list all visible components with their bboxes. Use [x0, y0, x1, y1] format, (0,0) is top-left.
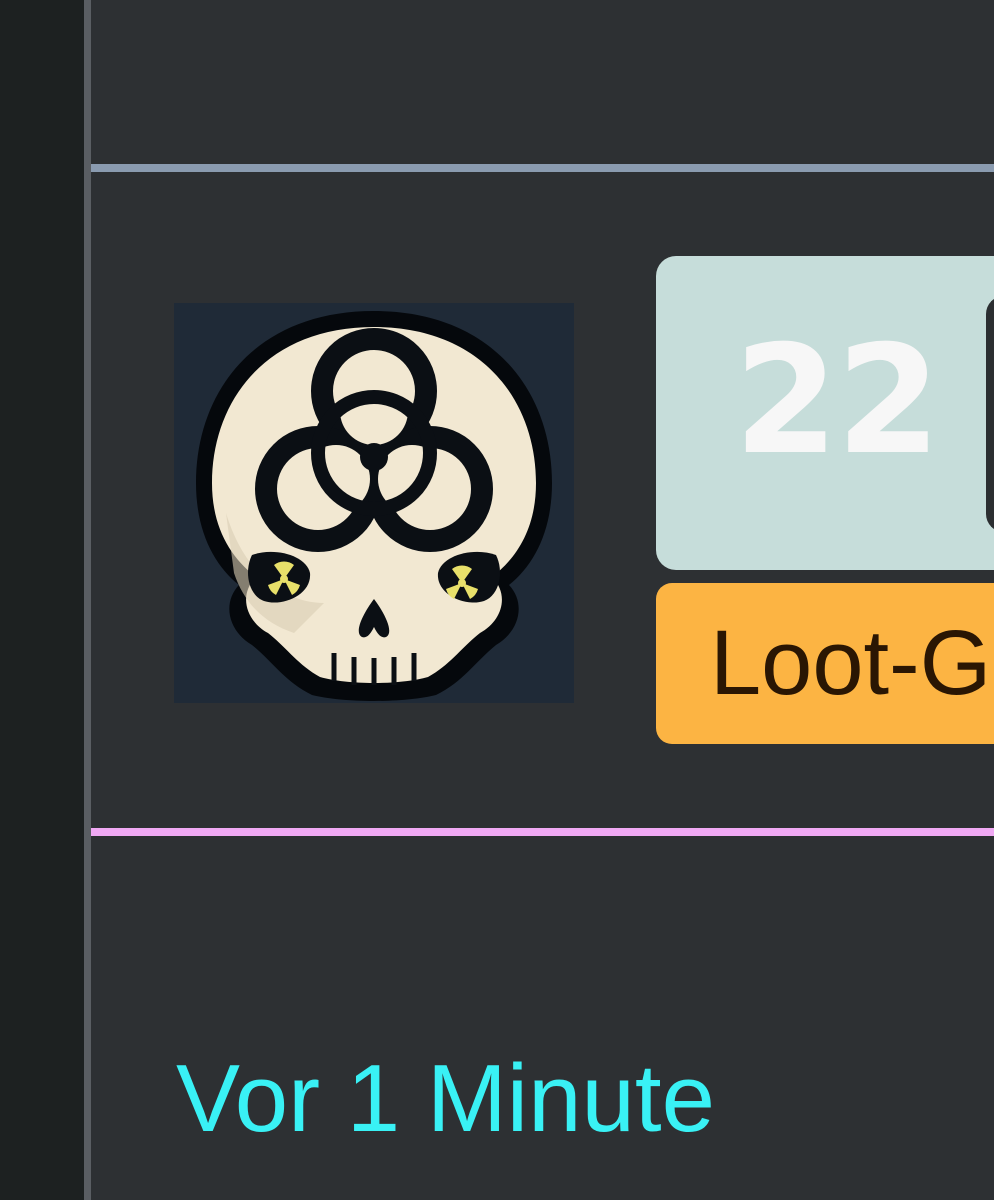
feed-page: 22 Loot-G Vor 1 Minute	[0, 0, 994, 1200]
biohazard-skull-icon	[174, 303, 574, 703]
divider-bottom	[91, 828, 994, 836]
count-card-side-edge	[986, 296, 994, 532]
count-card[interactable]: 22	[656, 256, 994, 570]
tag-label: Loot-G	[710, 612, 992, 714]
divider-top	[91, 164, 994, 172]
avatar[interactable]	[174, 303, 574, 703]
count-value: 22	[734, 314, 941, 488]
left-rail-border	[84, 0, 91, 1200]
timestamp: Vor 1 Minute	[176, 1045, 715, 1152]
tag-badge[interactable]: Loot-G	[656, 583, 994, 744]
left-rail	[0, 0, 84, 1200]
